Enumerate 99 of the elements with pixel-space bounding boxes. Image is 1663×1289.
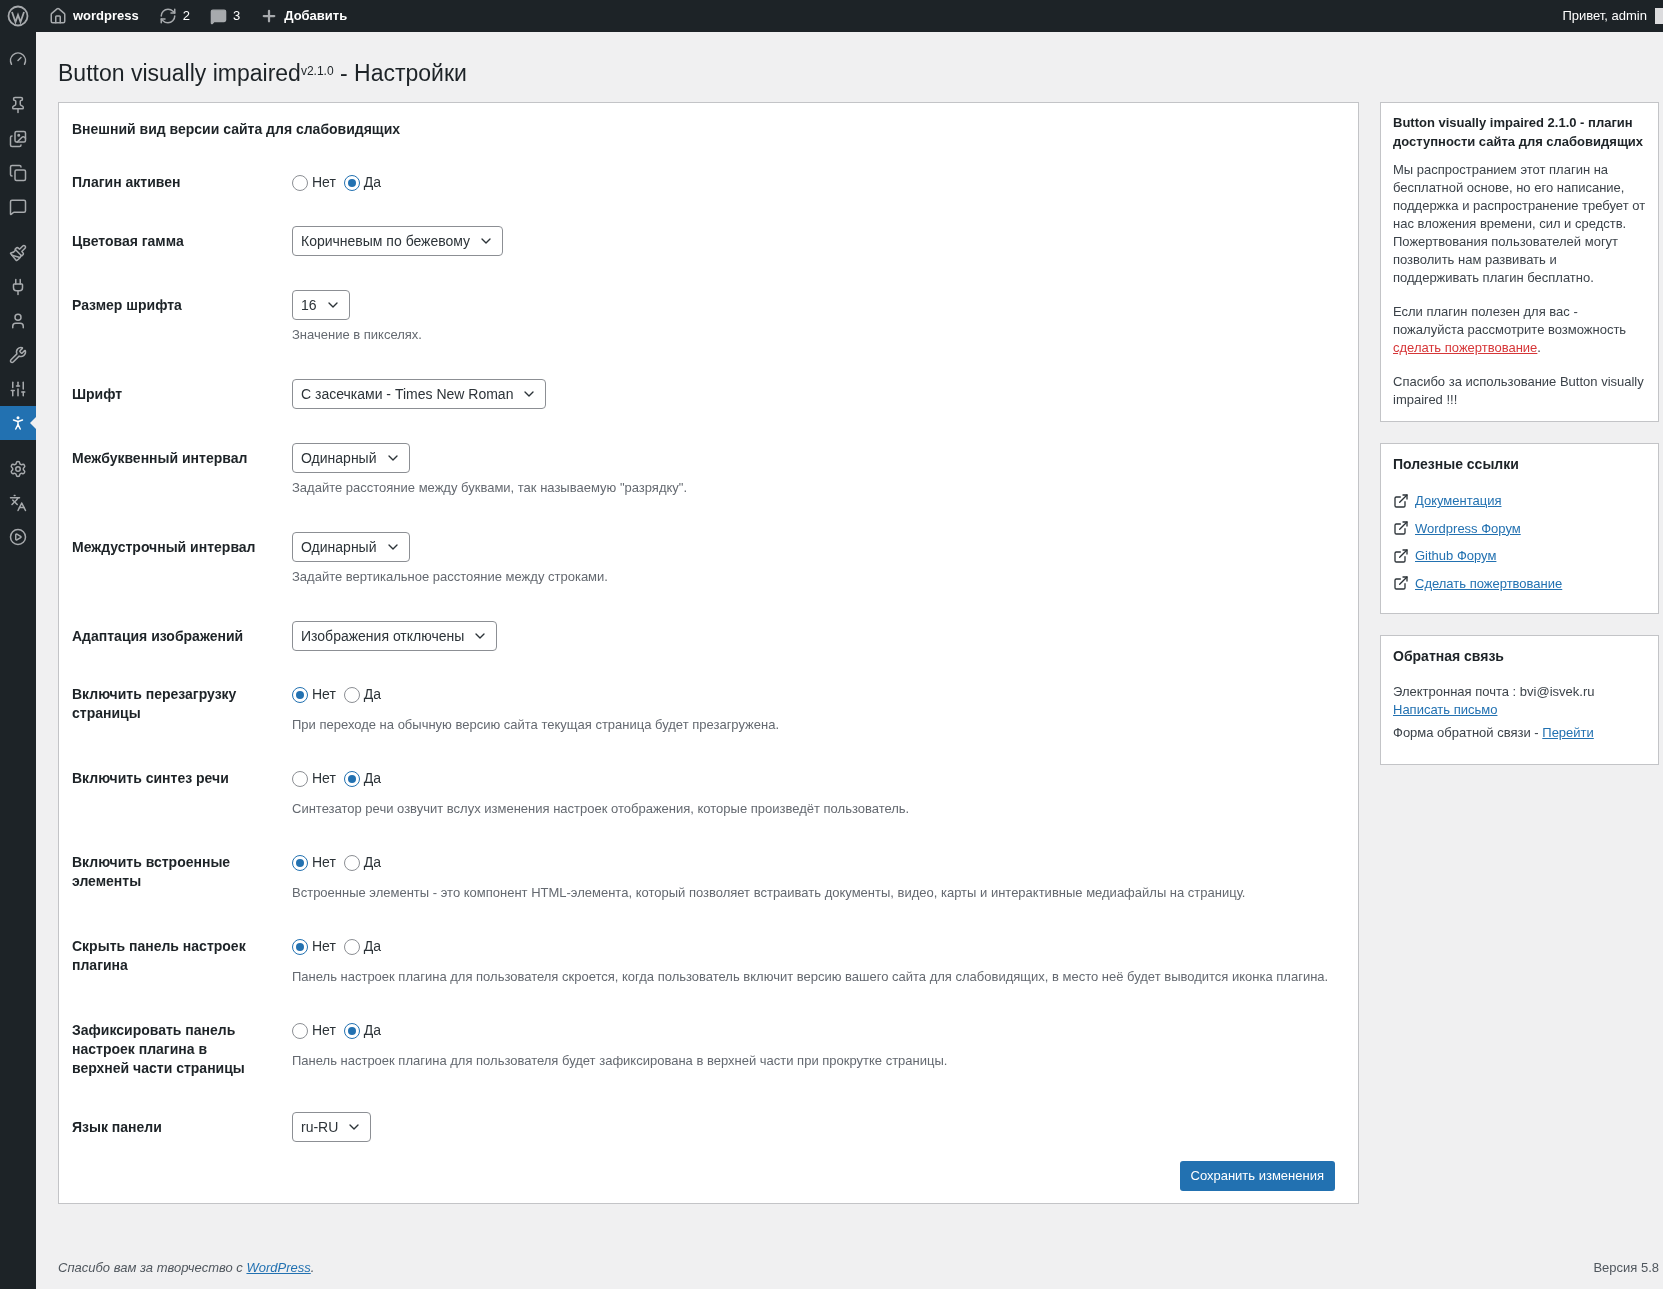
radio-button[interactable] <box>343 686 360 703</box>
setting-label: Плагин активен <box>72 173 182 192</box>
wordpress-link[interactable]: WordPress <box>246 1259 311 1275</box>
setting-label: Включить перезагрузку страницы <box>72 685 238 723</box>
dropdown-select[interactable]: С засечками - Times New Roman <box>292 379 547 409</box>
setting-label: Включить встроенные элементы <box>72 853 232 891</box>
setting-label: Размер шрифта <box>72 296 183 315</box>
setting-label: Скрыть панель настроек плагина <box>72 937 247 975</box>
radio-button[interactable] <box>343 938 360 955</box>
links-title: Полезные ссылки <box>1393 455 1520 474</box>
external-link-icon <box>1393 520 1409 537</box>
useful-link[interactable]: Сделать пожертвование <box>1415 573 1563 593</box>
setting-label: Язык панели <box>72 1118 163 1137</box>
page-title: Button visually impaired$^{v2.1.0}$ - Настройки <box>58 59 468 88</box>
external-link-icon <box>1393 547 1409 564</box>
new-content-link[interactable]: Добавить <box>260 6 348 26</box>
help-text: Встроенные элементы - это компонент HTML-элемента, который позволяет встраивать документы, видео, карты и интерактивные медиафайлы на страницу. <box>292 884 1247 902</box>
radio-label[interactable]: Да <box>363 684 382 705</box>
setting-label: Адаптация изображений <box>72 627 245 646</box>
email-text: Электронная почта : bvi@isvek.ru <box>1393 683 1596 701</box>
play-icon <box>9 528 27 546</box>
help-text: Задайте вертикальное расстояние между строками. <box>292 568 609 586</box>
save-button[interactable]: Сохранить изменения <box>1179 1161 1335 1191</box>
help-text: Значение в пикселях. <box>292 326 423 344</box>
pin-icon <box>9 96 27 114</box>
setting-label: Включить синтез речи <box>72 769 230 788</box>
help-text: Синтезатор речи озвучит вслух изменения настроек отображения, которые произведёт пользователь. <box>292 800 911 818</box>
radio-button[interactable] <box>343 854 360 871</box>
translate-icon <box>9 494 27 512</box>
help-text: Задайте расстояние между буквами, так называемую "разрядку". <box>292 479 689 497</box>
site-link[interactable]: wordpress <box>49 6 139 26</box>
setting-label: Междустрочный интервал <box>72 538 257 557</box>
comment-icon <box>210 7 227 25</box>
user-icon <box>9 312 27 330</box>
radio-button[interactable] <box>343 770 360 787</box>
setting-label: Зафиксировать панель настроек плагина в верхней части страницы <box>72 1021 246 1078</box>
external-link-icon <box>1393 575 1409 592</box>
useful-link[interactable]: Документация <box>1415 491 1502 511</box>
radio-button[interactable] <box>292 854 308 871</box>
comment-icon <box>9 198 27 216</box>
current-menu-pointer <box>30 417 36 429</box>
radio-label[interactable]: Нет <box>312 1020 336 1041</box>
radio-label[interactable]: Да <box>363 1020 382 1041</box>
dropdown-select[interactable]: 16 <box>292 290 350 320</box>
radio-label[interactable]: Нет <box>312 936 336 957</box>
radio-button[interactable] <box>292 174 308 191</box>
footer-thanks: Спасибо вам за творчество с WordPress. <box>58 1258 315 1277</box>
radio-label[interactable]: Да <box>363 852 382 873</box>
setting-label: Шрифт <box>72 385 124 404</box>
useful-link[interactable]: Github Форум <box>1415 546 1497 566</box>
sidebar-item[interactable] <box>0 406 36 440</box>
write-email-link[interactable]: Написать письмо <box>1393 701 1498 719</box>
radio-button[interactable] <box>343 1022 360 1039</box>
useful-link[interactable]: Wordpress Форум <box>1415 518 1521 538</box>
radio-button[interactable] <box>292 938 308 955</box>
help-text: При переходе на обычную версию сайта текущая страница будет презагружена. <box>292 716 781 734</box>
refresh-icon <box>158 7 177 25</box>
comments-link[interactable]: 3 <box>210 6 241 26</box>
radio-label[interactable]: Да <box>363 768 382 789</box>
dropdown-select[interactable]: Изображения отключены <box>292 621 498 651</box>
donate-text: Если плагин полезен для вас - пожалуйста рассмотрите возможность сделать пожертвование. <box>1393 303 1628 357</box>
feedback-form-link[interactable]: Перейти <box>1542 725 1594 740</box>
wordpress-logo-icon[interactable] <box>7 5 29 27</box>
paintbrush-icon <box>9 244 27 262</box>
home-icon <box>49 7 67 25</box>
updates-link[interactable]: 2 <box>158 6 190 26</box>
pages-icon <box>9 164 27 182</box>
radio-label[interactable]: Да <box>363 936 382 957</box>
gauge-icon <box>9 50 27 68</box>
images-icon <box>9 130 27 148</box>
setting-label: Межбуквенный интервал <box>72 449 249 468</box>
feedback-title: Обратная связь <box>1393 647 1505 666</box>
greeting-link[interactable]: Привет, admin <box>1562 6 1647 26</box>
help-text: Панель настроек плагина для пользователя будет зафиксирована в верхней части при прокрутке страницы. <box>292 1052 949 1070</box>
radio-button[interactable] <box>292 770 308 787</box>
radio-button[interactable] <box>292 686 308 703</box>
sliders-icon <box>9 380 27 398</box>
dropdown-select[interactable]: Одинарный <box>292 532 410 562</box>
radio-button[interactable] <box>292 1022 308 1039</box>
external-link-icon <box>1393 492 1409 509</box>
radio-label[interactable]: Нет <box>312 684 336 705</box>
setting-label: Цветовая гамма <box>72 232 185 251</box>
help-text: Панель настроек плагина для пользователя скроется, когда пользователь включит версию вашего сайта для слабовидящих, в место неё будет выводится иконка плагина. <box>292 968 1330 986</box>
radio-label[interactable]: Нет <box>312 852 336 873</box>
radio-label[interactable]: Нет <box>312 768 336 789</box>
dropdown-select[interactable]: Одинарный <box>292 443 410 473</box>
dropdown-select[interactable]: Коричневым по бежевому <box>292 226 504 256</box>
settings-icon <box>9 460 27 478</box>
radio-label[interactable]: Нет <box>312 172 336 193</box>
feedback-form-text: Форма обратной связи - Перейти <box>1393 724 1595 742</box>
thanks-text: Спасибо за использование Button visually impaired !!! <box>1393 373 1645 409</box>
radio-button[interactable] <box>343 174 360 191</box>
section-heading: Внешний вид версии сайта для слабовидящих <box>72 120 402 139</box>
version-text: Версия 5.8 <box>1593 1258 1659 1277</box>
radio-label[interactable]: Да <box>363 172 382 193</box>
about-text: Мы распространием этот плагин на бесплатной основе, но его написание, поддержка и распространение требует от нас вложения времени, сил и средств. Пожертвования пользователей могут позволить нам развивать и поддерживать плагин бесплатно. <box>1393 161 1646 287</box>
wrench-icon <box>9 346 27 364</box>
dropdown-select[interactable]: ru-RU <box>292 1112 372 1142</box>
about-title: Button visually impaired 2.1.0 - плагин доступности сайта для слабовидящих <box>1393 114 1645 151</box>
